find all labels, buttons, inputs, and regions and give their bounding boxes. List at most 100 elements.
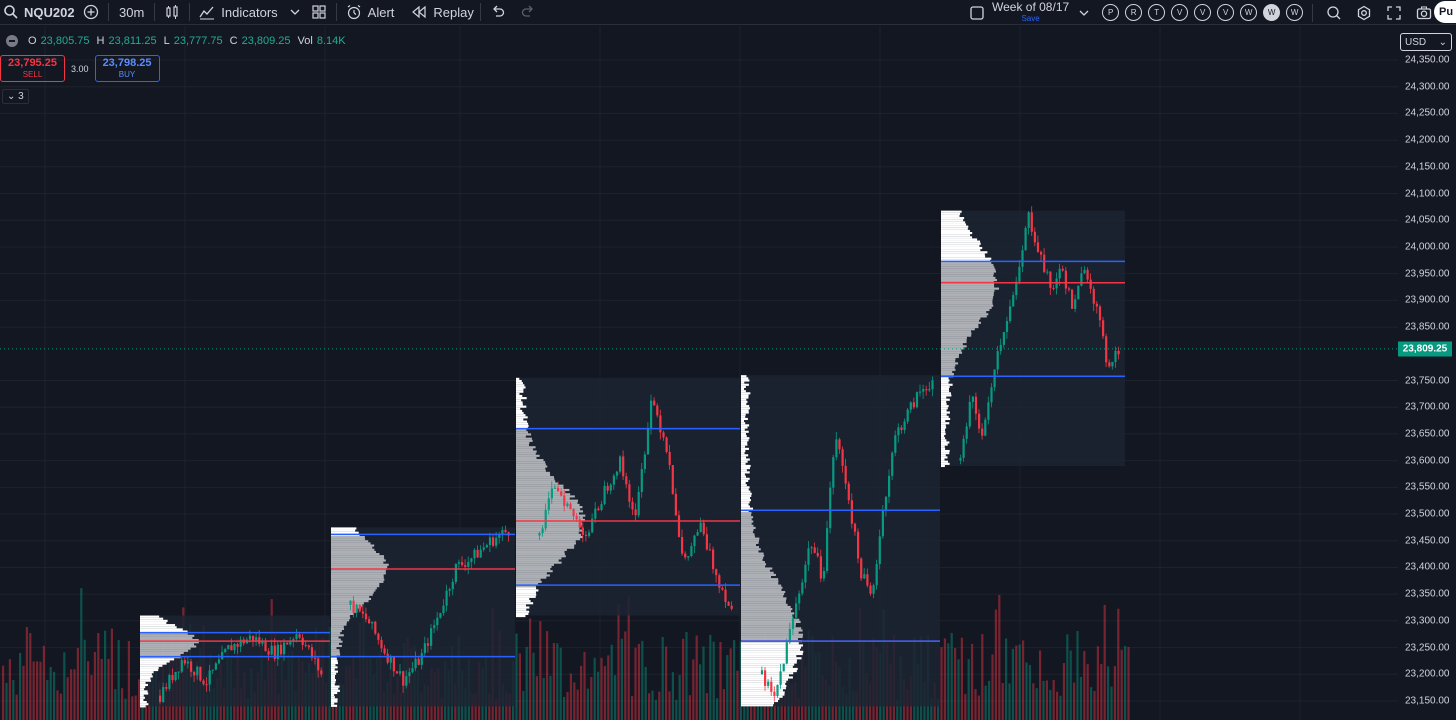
add-symbol-icon[interactable]	[80, 1, 102, 23]
settings-icon[interactable]	[1353, 2, 1375, 24]
fullscreen-icon[interactable]	[1383, 2, 1405, 24]
alert-button[interactable]: Alert	[343, 0, 394, 25]
volume-bar	[1069, 650, 1072, 720]
symbol-search-button[interactable]: NQU2025	[24, 0, 74, 25]
sell-button[interactable]: 23,795.25 SELL	[0, 55, 65, 82]
volume-profile-row	[741, 550, 759, 553]
quick-button-5[interactable]: V	[1217, 4, 1235, 21]
volume-profile-row	[741, 702, 775, 705]
candle-body	[461, 562, 464, 566]
quick-button-3[interactable]: V	[1171, 4, 1189, 21]
volume-profile-row	[516, 437, 532, 440]
chevron-down-icon[interactable]	[284, 1, 306, 23]
volume-profile-row	[941, 445, 945, 448]
volume-profile-row	[741, 539, 760, 542]
axis-tick-label: 23,200.00	[1405, 668, 1450, 680]
candle-body	[193, 671, 196, 676]
quick-button-6[interactable]: W	[1240, 4, 1258, 21]
undo-icon[interactable]	[487, 1, 509, 23]
candle-body	[304, 644, 307, 646]
candle-body	[677, 515, 681, 538]
chevron-down-icon[interactable]	[1073, 2, 1095, 24]
volume-profile-row	[516, 523, 582, 526]
volume-profile-row	[516, 604, 526, 607]
volume-bar	[709, 634, 712, 720]
volume-profile-row	[516, 529, 584, 532]
candle-body	[1089, 279, 1092, 289]
volume-bar	[583, 651, 586, 720]
quick-button-4[interactable]: V	[1194, 4, 1212, 21]
quick-button-1[interactable]: R	[1125, 4, 1143, 21]
quick-button-0[interactable]: P	[1102, 4, 1120, 21]
candle-body	[1036, 242, 1040, 252]
candle-body	[495, 537, 498, 546]
candle-body	[1117, 350, 1120, 355]
axis-tick-label: 23,450.00	[1405, 535, 1450, 547]
quick-button-8[interactable]: W	[1286, 4, 1304, 21]
candle-body	[467, 562, 470, 567]
quick-button-2[interactable]: T	[1148, 4, 1166, 21]
camera-icon[interactable]	[1413, 2, 1435, 24]
volume-profile-row	[140, 692, 149, 695]
volume-profile-row	[331, 642, 340, 645]
volume-profile-row	[741, 614, 793, 617]
volume-bar	[648, 693, 651, 720]
price-axis[interactable]: 24,350.00 24,300.00 24,250.00 24,200.00 24,1…	[1398, 26, 1456, 720]
replay-button[interactable]: Replay	[408, 0, 474, 25]
quick-button-7[interactable]: W	[1263, 4, 1281, 21]
volume-profile-row	[941, 360, 956, 363]
volume-profile-row	[140, 651, 184, 654]
search-icon[interactable]	[0, 1, 22, 23]
volume-profile-row	[516, 379, 522, 383]
candle-body	[1024, 228, 1027, 251]
volume-profile-row	[741, 496, 751, 500]
currency-selector[interactable]: USD ⌄	[1400, 33, 1452, 51]
volume-profile-row	[331, 672, 337, 675]
interval-button[interactable]: 30m	[115, 0, 148, 25]
volume-profile-row	[741, 586, 783, 589]
axis-tick-label: 24,350.00	[1405, 54, 1450, 66]
candle-body	[430, 628, 433, 646]
candle-body	[349, 600, 352, 605]
candle-body	[1049, 271, 1052, 288]
volume-profile-row	[516, 612, 529, 615]
volume-profile-row	[516, 544, 575, 547]
collapse-legend-icon[interactable]	[6, 35, 18, 47]
redo-icon[interactable]	[517, 1, 539, 23]
axis-tick-label: 23,650.00	[1405, 428, 1450, 440]
checkbox-icon[interactable]	[966, 2, 988, 24]
volume-profile-row	[941, 358, 956, 361]
axis-tick-label: 23,900.00	[1405, 294, 1450, 306]
candle-body	[712, 549, 715, 570]
volume-profile-row	[331, 691, 338, 695]
volume-profile-row	[516, 461, 546, 464]
volume-profile-row	[741, 535, 755, 538]
volume-profile-row	[331, 636, 339, 639]
candles-icon[interactable]	[161, 1, 183, 23]
volume-profile-row	[941, 420, 946, 423]
candle-body	[928, 389, 931, 391]
volume-profile-row	[331, 595, 370, 598]
quick-search-icon[interactable]	[1323, 2, 1345, 24]
candle-body	[850, 500, 853, 524]
templates-grid-icon[interactable]	[308, 1, 330, 23]
volume-bar	[1005, 638, 1008, 720]
price-chart[interactable]	[0, 26, 1398, 720]
indicators-button[interactable]: Indicators	[196, 0, 278, 25]
volume-bar	[971, 643, 974, 720]
studies-toggle[interactable]: ⌄ 3	[2, 89, 29, 104]
volume-profile-row	[741, 601, 786, 604]
buy-button[interactable]: 23,798.25 BUY	[94, 55, 160, 82]
volume-bar	[590, 677, 593, 720]
layout-selector[interactable]: Week of 08/17 Save	[992, 1, 1069, 24]
volume-bar	[729, 648, 732, 720]
candle-body	[600, 504, 603, 511]
publish-button[interactable]: Pu	[1434, 1, 1456, 23]
candle-body	[968, 401, 971, 427]
save-label[interactable]: Save	[1021, 13, 1039, 24]
volume-profile-row	[741, 503, 749, 506]
volume-profile-row	[741, 409, 749, 412]
volume-profile-row	[941, 257, 992, 260]
candle-body	[773, 691, 776, 697]
candle-body	[364, 613, 368, 620]
